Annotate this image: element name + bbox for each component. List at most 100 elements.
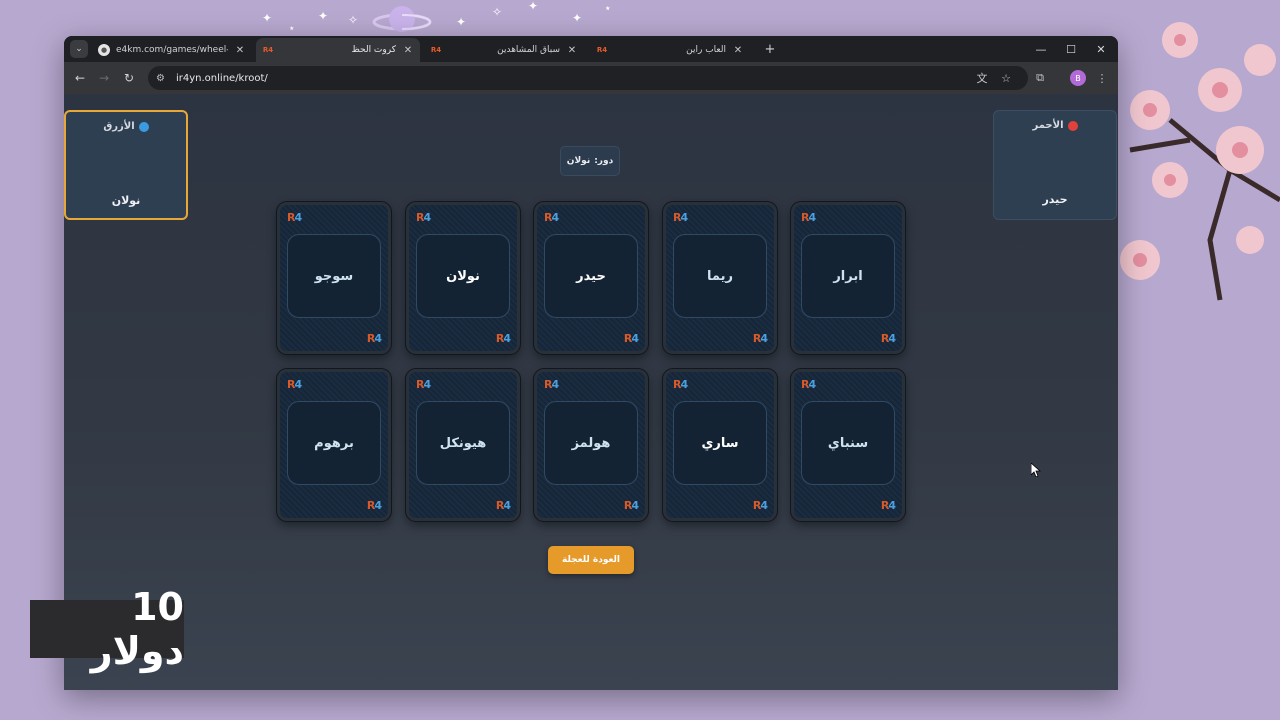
card-name: هيونكل [416, 401, 510, 485]
maximize-icon: ☐ [1066, 42, 1076, 56]
sparkle-icon: ✧ [348, 13, 359, 27]
card-senpai[interactable]: R4 سنباي R4 [791, 369, 905, 521]
card-sari[interactable]: R4 ساري R4 [663, 369, 777, 521]
r4-logo-icon: R4 [495, 499, 511, 512]
extensions-icon[interactable]: ⧉ [1032, 70, 1048, 86]
turn-label: دور: [594, 156, 614, 166]
turn-player: نولان [566, 156, 591, 166]
close-window-button[interactable]: ✕ [1086, 39, 1116, 59]
r4-logo-icon: R4 [416, 211, 431, 224]
back-to-wheel-button[interactable]: العودة للعجلة [548, 546, 634, 574]
address-bar[interactable]: ⚙ ir4yn.online/kroot/ 文 ☆ [148, 66, 1028, 90]
r4-logo-icon: R4 [366, 499, 382, 512]
card-name: هولمز [544, 401, 638, 485]
close-icon[interactable]: ✕ [234, 45, 246, 56]
card-rima[interactable]: R4 ريما R4 [663, 202, 777, 354]
card-holmes[interactable]: R4 هولمز R4 [534, 369, 648, 521]
browser-toolbar: ← → ↻ ⚙ ir4yn.online/kroot/ 文 ☆ ⧉ B ⋮ [64, 62, 1118, 94]
card-barhoom[interactable]: R4 برهوم R4 [277, 369, 391, 521]
tab-search-button[interactable]: ⌄ [70, 40, 88, 58]
r4-logo-icon: R4 [673, 211, 688, 224]
tab-bar: ⌄ ● e4km.com/games/wheel-of-fat ✕ R4 كرو… [64, 36, 1118, 62]
new-tab-button[interactable]: + [761, 40, 779, 58]
r4-logo-icon: R4 [801, 378, 816, 391]
tab-viewers-race[interactable]: R4 سباق المشاهدين ✕ [424, 38, 584, 62]
sparkle-icon: ⋆ [604, 1, 612, 15]
turn-indicator: دور: نولان [560, 146, 620, 176]
r4-logo-icon: R4 [623, 332, 639, 345]
team-name: الأحمر [1032, 120, 1064, 131]
close-icon[interactable]: ✕ [732, 45, 744, 56]
sparkle-icon: ⋆ [288, 21, 296, 35]
r4-logo-icon: R4 [287, 211, 302, 224]
globe-icon: ● [98, 44, 110, 56]
r4-logo-icon: R4 [287, 378, 302, 391]
r4-logo-icon: R4 [752, 499, 768, 512]
r4-logo-icon: R4 [673, 378, 688, 391]
r4-icon: R4 [430, 46, 442, 54]
maximize-button[interactable]: ☐ [1056, 39, 1086, 59]
r4-logo-icon: R4 [880, 332, 896, 345]
tab-wheel-of-fate[interactable]: ● e4km.com/games/wheel-of-fat ✕ [92, 38, 252, 62]
sparkle-icon: ✧ [492, 5, 503, 19]
card-sojo[interactable]: R4 سوجو R4 [277, 202, 391, 354]
browser-window: ⌄ ● e4km.com/games/wheel-of-fat ✕ R4 كرو… [64, 36, 1118, 690]
card-name: ريما [673, 234, 767, 318]
tab-title: سباق المشاهدين [497, 45, 560, 55]
card-name: نولان [416, 234, 510, 318]
team-player: نولان [111, 194, 141, 207]
team-player: حيدر [1042, 193, 1068, 206]
menu-icon[interactable]: ⋮ [1094, 70, 1110, 86]
chevron-down-icon: ⌄ [75, 44, 83, 54]
sparkle-icon: ✦ [528, 0, 539, 13]
card-name: سوجو [287, 234, 381, 318]
planet-icon [372, 6, 432, 32]
tab-title: العاب راين [686, 45, 726, 55]
forward-button[interactable]: → [96, 70, 112, 86]
r4-logo-icon: R4 [801, 211, 816, 224]
back-button[interactable]: ← [72, 70, 88, 86]
r4-logo-icon: R4 [880, 499, 896, 512]
arrow-left-icon: ← [74, 71, 86, 85]
r4-icon: R4 [262, 46, 274, 54]
avatar[interactable]: B [1070, 70, 1086, 86]
r4-logo-icon: R4 [544, 211, 559, 224]
card-name: سنباي [801, 401, 895, 485]
red-dot-icon [1067, 120, 1078, 131]
r4-logo-icon: R4 [623, 499, 639, 512]
close-icon[interactable]: ✕ [566, 45, 578, 56]
star-icon[interactable]: ☆ [998, 70, 1014, 86]
minimize-button[interactable]: — [1026, 39, 1056, 59]
card-name: ساري [673, 401, 767, 485]
card-abrar[interactable]: R4 ابرار R4 [791, 202, 905, 354]
close-icon[interactable]: ✕ [402, 45, 414, 56]
card-nolan[interactable]: R4 نولان R4 [406, 202, 520, 354]
tab-title: كروت الحظ [351, 45, 396, 55]
sparkle-icon: ✦ [456, 15, 467, 29]
close-icon: ✕ [1096, 42, 1106, 56]
card-name: حيدر [544, 234, 638, 318]
tab-kroot[interactable]: R4 كروت الحظ ✕ [256, 38, 420, 62]
price-overlay: 10 دولار [30, 585, 184, 673]
sparkle-icon: ✦ [318, 9, 329, 23]
r4-icon: R4 [596, 46, 608, 54]
card-name: برهوم [287, 401, 381, 485]
mouse-cursor-icon [1031, 463, 1041, 477]
page-content: الأزرق نولان الأحمر حيدر دور: نولان R4 ا… [64, 94, 1118, 690]
site-info-icon[interactable]: ⚙ [156, 73, 170, 84]
team-red-panel: الأحمر حيدر [993, 110, 1117, 220]
r4-logo-icon: R4 [416, 378, 431, 391]
team-header: الأزرق [66, 121, 186, 132]
card-haider[interactable]: R4 حيدر R4 [534, 202, 648, 354]
translate-icon[interactable]: 文 [974, 70, 990, 86]
reload-icon: ↻ [123, 71, 135, 85]
tab-rayn-games[interactable]: R4 العاب راين ✕ [590, 38, 750, 62]
r4-logo-icon: R4 [544, 378, 559, 391]
url-text: ir4yn.online/kroot/ [176, 72, 268, 84]
card-hyunkel[interactable]: R4 هيونكل R4 [406, 369, 520, 521]
team-name: الأزرق [103, 121, 135, 132]
team-header: الأحمر [994, 120, 1116, 131]
sparkle-icon: ✦ [572, 11, 583, 25]
reload-button[interactable]: ↻ [121, 70, 137, 86]
arrow-right-icon: → [98, 71, 110, 85]
